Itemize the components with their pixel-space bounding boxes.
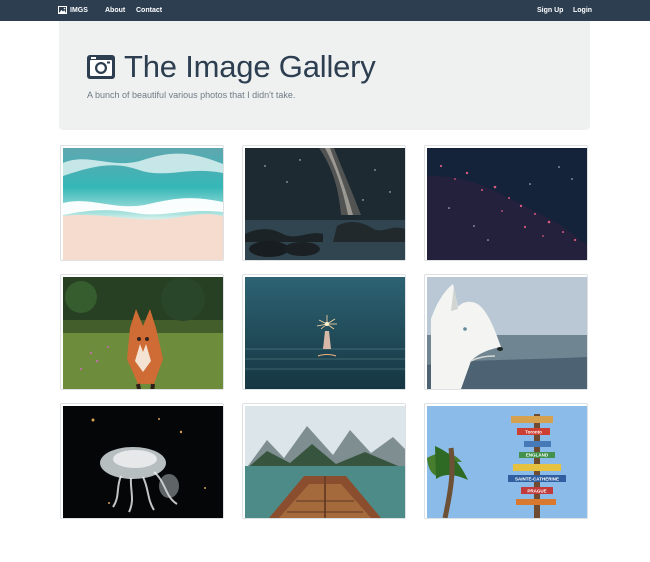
gallery-thumbnail[interactable] bbox=[424, 145, 588, 261]
gallery-thumbnail[interactable] bbox=[242, 403, 406, 519]
page-subtitle: A bunch of beautiful various photos that… bbox=[87, 90, 296, 100]
header-jumbotron: The Image Gallery A bunch of beautiful v… bbox=[59, 21, 590, 130]
space-photo bbox=[427, 148, 587, 260]
brand-link[interactable]: IMGS bbox=[58, 6, 88, 14]
beach-photo bbox=[63, 148, 223, 260]
camera-icon bbox=[87, 54, 115, 79]
gallery-thumbnail[interactable] bbox=[60, 403, 224, 519]
wolf-photo bbox=[427, 277, 587, 389]
gallery-thumbnail[interactable] bbox=[424, 274, 588, 390]
gallery-thumbnail[interactable]: Toronto ENGLAND SAINTE-CATHERINE PRAGUE bbox=[424, 403, 588, 519]
gallery-thumbnail[interactable] bbox=[242, 145, 406, 261]
nav-about-link[interactable]: About bbox=[105, 7, 125, 14]
top-navbar: IMGS About Contact Sign Up Login bbox=[0, 0, 650, 21]
nav-contact-link[interactable]: Contact bbox=[136, 7, 162, 14]
signpost-text: PRAGUE bbox=[527, 489, 546, 494]
milky-way-photo bbox=[245, 148, 405, 260]
jellyfish-photo bbox=[63, 406, 223, 518]
sparkler-photo bbox=[245, 277, 405, 389]
boat-lake-photo bbox=[245, 406, 405, 518]
page-title: The Image Gallery bbox=[124, 49, 376, 84]
page-title-row: The Image Gallery bbox=[86, 51, 376, 82]
signpost-text: Toronto bbox=[525, 430, 542, 435]
brand-name: IMGS bbox=[70, 6, 88, 14]
picture-icon bbox=[58, 6, 67, 14]
gallery-thumbnail[interactable] bbox=[242, 274, 406, 390]
signpost-photo: Toronto ENGLAND SAINTE-CATHERINE PRAGUE bbox=[427, 406, 587, 518]
signpost-text: SAINTE-CATHERINE bbox=[515, 477, 559, 482]
gallery-thumbnail[interactable] bbox=[60, 145, 224, 261]
nav-login-link[interactable]: Login bbox=[573, 7, 592, 14]
fox-photo bbox=[63, 277, 223, 389]
signpost-text: ENGLAND bbox=[526, 453, 549, 458]
gallery-thumbnail[interactable] bbox=[60, 274, 224, 390]
nav-signup-link[interactable]: Sign Up bbox=[537, 7, 563, 14]
